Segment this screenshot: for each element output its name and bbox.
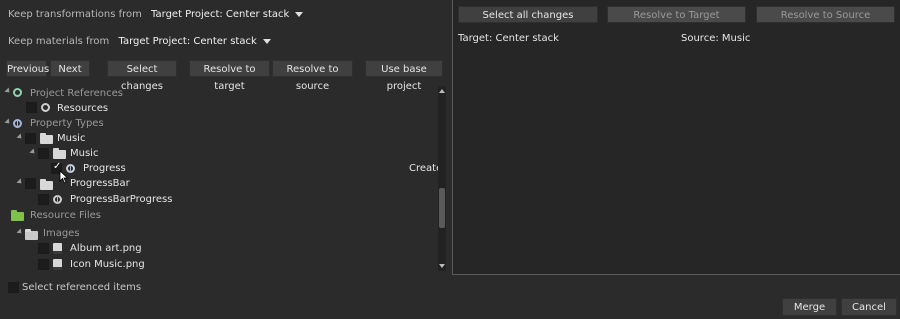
tree-item-images[interactable]: Images xyxy=(43,226,80,241)
expand-icon[interactable] xyxy=(29,148,37,156)
target-label: Target: xyxy=(458,33,493,44)
resolve-to-source-button[interactable]: Resolve to source xyxy=(272,60,353,92)
resources-icon xyxy=(41,103,50,112)
previous-button[interactable]: Previous xyxy=(6,60,49,77)
mouse-cursor-icon xyxy=(59,170,69,184)
music-subfolder-checkbox[interactable] xyxy=(38,148,49,159)
tree-item-icon-music[interactable]: Icon Music.png xyxy=(70,257,145,272)
scroll-thumb[interactable] xyxy=(439,188,445,228)
folder-icon xyxy=(53,148,66,159)
select-changes-button[interactable]: Select changes xyxy=(107,60,177,92)
select-referenced-checkbox[interactable] xyxy=(8,282,19,293)
tree-item-progress[interactable]: Progress xyxy=(83,161,126,176)
select-referenced-label: Select referenced items xyxy=(22,282,142,293)
source-label: Source: xyxy=(681,33,719,44)
chevron-down-icon xyxy=(262,38,271,44)
resolve-to-source-panel-button[interactable]: Resolve to Source xyxy=(756,6,895,23)
merge-button[interactable]: Merge xyxy=(782,298,837,316)
tree-item-progressbar-progress[interactable]: ProgressBarProgress xyxy=(70,192,172,207)
keep-transformations-dropdown[interactable]: Target Project: Center stack xyxy=(151,9,304,20)
property-type-icon xyxy=(53,195,62,204)
tree-item-album-art[interactable]: Album art.png xyxy=(70,241,142,256)
scroll-up-icon[interactable] xyxy=(439,89,445,93)
chevron-down-icon xyxy=(295,11,304,17)
tree-scrollbar[interactable] xyxy=(438,86,446,271)
expand-icon[interactable] xyxy=(4,118,12,126)
album-art-checkbox[interactable] xyxy=(38,243,49,254)
resource-files-folder-icon xyxy=(11,210,24,221)
image-file-icon xyxy=(53,259,62,270)
target-info: Target: Center stack xyxy=(458,31,559,46)
folder-icon xyxy=(40,133,53,144)
detail-panel: Select all changes Resolve to Target Res… xyxy=(452,0,900,275)
expand-icon[interactable] xyxy=(16,178,24,186)
resolve-to-target-button[interactable]: Resolve to target xyxy=(189,60,270,92)
expand-icon[interactable] xyxy=(16,228,24,236)
project-references-icon xyxy=(13,88,22,97)
keep-transformations-label: Keep transformations from xyxy=(8,9,142,20)
progressbar-progress-checkbox[interactable] xyxy=(38,194,49,205)
tree-item-music-subfolder[interactable]: Music xyxy=(70,146,98,161)
resolve-to-target-panel-button[interactable]: Resolve to Target xyxy=(607,6,746,23)
cancel-button[interactable]: Cancel xyxy=(841,298,897,316)
expand-icon[interactable] xyxy=(4,87,12,95)
resources-checkbox[interactable] xyxy=(26,102,37,113)
expand-icon[interactable] xyxy=(16,133,24,141)
scroll-down-icon[interactable] xyxy=(439,264,445,268)
keep-materials-dropdown[interactable]: Target Project: Center stack xyxy=(118,36,271,47)
use-base-project-button[interactable]: Use base project xyxy=(365,60,443,92)
select-all-changes-button[interactable]: Select all changes xyxy=(458,6,598,23)
progressbar-folder-checkbox[interactable] xyxy=(25,178,36,189)
tree-item-resources[interactable]: Resources xyxy=(57,101,108,116)
keep-transformations-row: Keep transformations from Target Project… xyxy=(8,9,304,20)
tree-item-progressbar-folder[interactable]: ProgressBar xyxy=(70,176,130,191)
keep-materials-label: Keep materials from xyxy=(8,36,110,47)
next-button[interactable]: Next xyxy=(50,60,90,77)
keep-transformations-value: Target Project: Center stack xyxy=(151,9,290,20)
tree-item-music-folder[interactable]: Music xyxy=(57,131,85,146)
target-value: Center stack xyxy=(495,33,559,44)
tree-item-resource-files[interactable]: Resource Files xyxy=(30,208,101,223)
keep-materials-value: Target Project: Center stack xyxy=(118,36,257,47)
source-info: Source: Music xyxy=(681,31,750,46)
open-folder-icon xyxy=(25,229,38,240)
tree-item-property-types[interactable]: Property Types xyxy=(30,116,104,131)
keep-materials-row: Keep materials from Target Project: Cent… xyxy=(8,36,271,47)
property-types-icon xyxy=(13,119,22,128)
music-folder-checkbox[interactable] xyxy=(25,133,36,144)
tree-item-project-references[interactable]: Project References xyxy=(30,86,123,101)
image-file-icon xyxy=(53,243,62,254)
folder-icon xyxy=(40,179,53,190)
icon-music-checkbox[interactable] xyxy=(38,259,49,270)
source-value: Music xyxy=(721,33,751,44)
